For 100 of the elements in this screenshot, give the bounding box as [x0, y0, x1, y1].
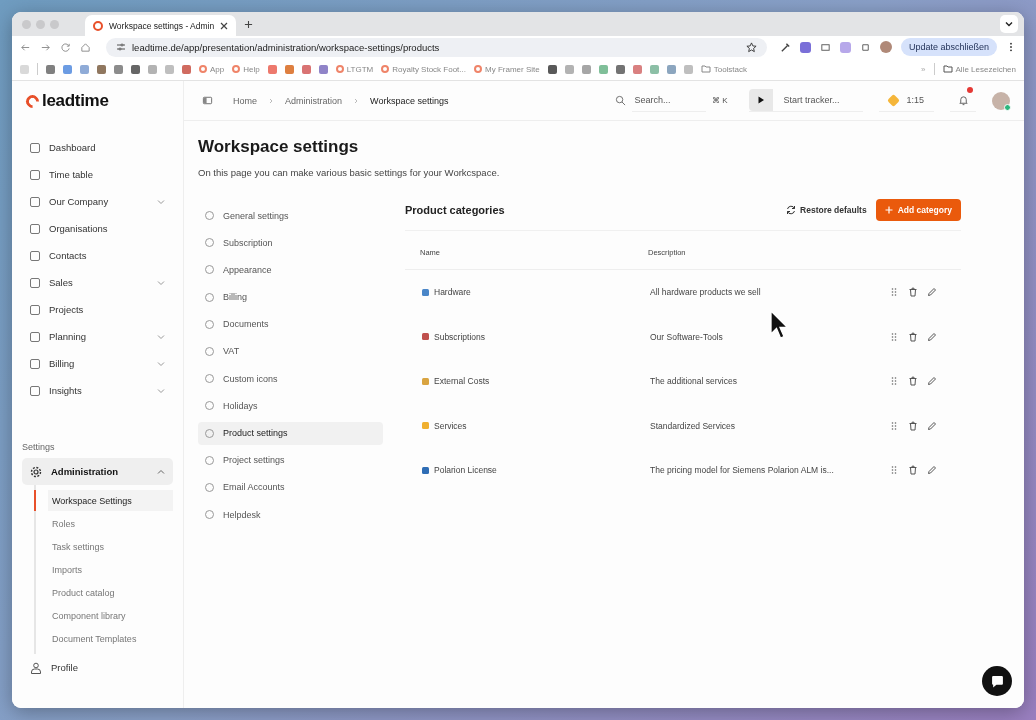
- nav-icon: [30, 331, 40, 342]
- add-category-button[interactable]: Add category: [875, 199, 961, 221]
- trash-icon[interactable]: [908, 376, 918, 387]
- extension-icon[interactable]: [799, 41, 811, 53]
- browser-tab[interactable]: Workspace settings - Admin: [85, 15, 237, 36]
- trash-icon[interactable]: [908, 287, 918, 298]
- avatar-icon[interactable]: [879, 41, 892, 53]
- sidebar-subitem[interactable]: Imports: [34, 559, 173, 580]
- sidebar-subitem[interactable]: Product catalog: [34, 582, 173, 603]
- sidebar-item[interactable]: Planning: [22, 323, 173, 350]
- home-icon[interactable]: [80, 41, 91, 53]
- settings-menu-item[interactable]: Subscription: [198, 231, 383, 255]
- settings-menu-item[interactable]: Holidays: [198, 394, 383, 418]
- sidebar-item[interactable]: Time table: [22, 161, 173, 188]
- nav-icon: [30, 196, 40, 207]
- timer-button[interactable]: 1:15: [879, 89, 934, 112]
- all-bookmarks-folder[interactable]: Alle Lesezeichen: [942, 64, 1016, 74]
- bell-icon: [957, 94, 969, 106]
- settings-icon: [30, 465, 42, 478]
- settings-menu-item[interactable]: Appearance: [198, 258, 383, 282]
- tracker-field[interactable]: Start tracker...: [773, 94, 864, 106]
- settings-menu-item[interactable]: Project settings: [198, 448, 383, 472]
- sidebar-toggle-icon[interactable]: [202, 95, 213, 106]
- extension-icon[interactable]: [839, 41, 851, 53]
- close-icon[interactable]: [220, 21, 229, 30]
- avatar[interactable]: [992, 91, 1010, 110]
- drag-handle-icon[interactable]: [889, 420, 899, 431]
- person-icon: [30, 661, 42, 674]
- sidebar-item[interactable]: Projects: [22, 296, 173, 323]
- nav-icon: [30, 277, 40, 288]
- drag-handle-icon[interactable]: [889, 465, 899, 476]
- refresh-icon: [786, 205, 797, 215]
- sidebar-item[interactable]: Our Company: [22, 188, 173, 215]
- table-cell: Services: [434, 420, 467, 431]
- logo-icon: [93, 20, 103, 31]
- leadtime-logo[interactable]: leadtime: [22, 81, 173, 121]
- sidebar-item[interactable]: Profile: [22, 654, 173, 681]
- settings-menu-item[interactable]: Custom icons: [198, 367, 383, 391]
- nav-icon: [30, 142, 40, 153]
- reload-icon[interactable]: [60, 41, 71, 53]
- trash-icon[interactable]: [908, 420, 918, 431]
- address-field[interactable]: leadtime.de/app/presentation/administration/workspace-settings/products: [106, 37, 767, 57]
- table-cell-text: Standardized Services: [650, 420, 737, 431]
- bookmark-folder[interactable]: Toolstack: [700, 64, 748, 74]
- pencil-icon[interactable]: [927, 465, 937, 476]
- table-cell: External Costs: [434, 376, 490, 387]
- bookmark-link[interactable]: Royalty Stock Foot...: [381, 64, 466, 74]
- play-button[interactable]: [749, 89, 774, 111]
- breadcrumb-link[interactable]: Administration: [285, 95, 343, 106]
- trash-icon[interactable]: [908, 331, 918, 342]
- plus-icon[interactable]: [244, 19, 254, 29]
- bookmark-link[interactable]: LTGTM: [335, 64, 374, 74]
- sidebar-item[interactable]: Sales: [22, 269, 173, 296]
- pencil-icon[interactable]: [927, 331, 937, 342]
- drag-handle-icon[interactable]: [889, 287, 899, 298]
- sidebar-subitem[interactable]: Task settings: [34, 536, 173, 557]
- settings-menu-item[interactable]: Email Accounts: [198, 475, 383, 499]
- bookmark-link[interactable]: Help: [232, 64, 260, 74]
- sidebar-item[interactable]: Dashboard: [22, 134, 173, 161]
- table-cell: Subscriptions: [434, 331, 486, 342]
- settings-menu-item[interactable]: General settings: [198, 204, 383, 227]
- settings-menu-item[interactable]: Helpdesk: [198, 503, 383, 527]
- sidebar-item[interactable]: Administration: [22, 458, 173, 485]
- drag-handle-icon[interactable]: [889, 376, 899, 387]
- nav-icon: [30, 358, 40, 369]
- page-title: Workspace settings: [198, 137, 360, 157]
- sidebar-item[interactable]: Contacts: [22, 242, 173, 269]
- trash-icon[interactable]: [908, 465, 918, 476]
- pencil-icon[interactable]: [927, 420, 937, 431]
- star-icon[interactable]: [745, 41, 757, 53]
- search-icon: [615, 95, 627, 106]
- page-description: On this page you can make various basic settings for your Workcspace.: [198, 167, 501, 178]
- sidebar-item[interactable]: Insights: [22, 377, 173, 404]
- settings-menu-item[interactable]: Product settings: [198, 421, 383, 445]
- folder-icon: [942, 64, 953, 74]
- sidebar-subitem[interactable]: Component library: [34, 605, 173, 626]
- bookmark-link[interactable]: App: [199, 64, 225, 74]
- sidebar-item[interactable]: Billing: [22, 350, 173, 377]
- pencil-icon[interactable]: [927, 287, 937, 298]
- search-field[interactable]: Search...: [632, 89, 706, 112]
- chat-button[interactable]: [982, 666, 1012, 696]
- settings-menu-item[interactable]: Billing: [198, 285, 383, 309]
- drag-handle-icon[interactable]: [889, 331, 899, 342]
- notifications-button[interactable]: [950, 89, 976, 112]
- nav-icon: [30, 223, 40, 234]
- sidebar-subitem[interactable]: Workspace Settings: [34, 490, 173, 511]
- sidebar-subitem[interactable]: Roles: [34, 513, 173, 534]
- sidebar-subitem[interactable]: Document Templates: [34, 628, 173, 649]
- status-dot: [1004, 103, 1011, 111]
- tab-menu-button[interactable]: [1000, 15, 1018, 33]
- update-button[interactable]: Update abschließen: [900, 38, 997, 56]
- bookmark-link[interactable]: My Framer Site: [474, 64, 540, 74]
- restore-defaults-button[interactable]: Restore defaults: [786, 205, 867, 215]
- breadcrumb-link[interactable]: Workspace settings: [370, 95, 449, 106]
- settings-menu-item[interactable]: VAT: [198, 339, 383, 363]
- site-settings-icon[interactable]: [116, 42, 126, 52]
- sidebar-item[interactable]: Organisations: [22, 215, 173, 242]
- breadcrumb-link[interactable]: Home: [233, 95, 257, 106]
- pencil-icon[interactable]: [927, 376, 937, 387]
- settings-menu-item[interactable]: Documents: [198, 312, 383, 336]
